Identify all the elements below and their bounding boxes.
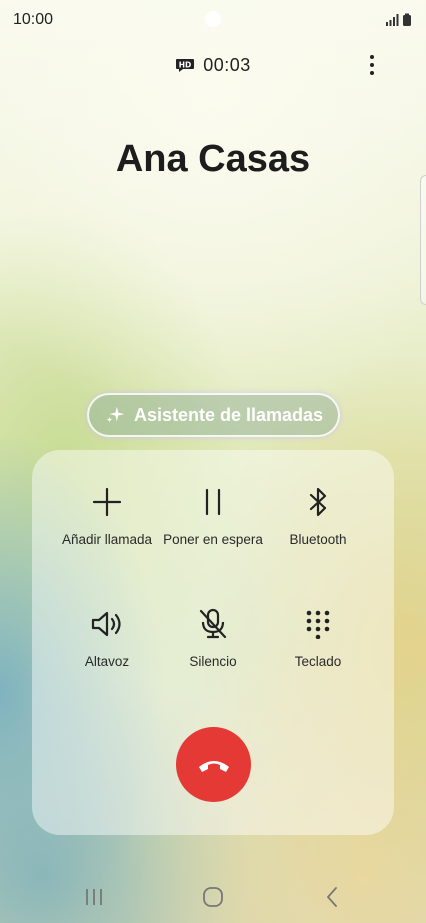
svg-text:HD: HD	[179, 61, 192, 70]
phone-hangup-icon	[198, 760, 229, 772]
keypad-icon	[300, 606, 336, 642]
pause-icon	[195, 484, 231, 520]
caller-name: Ana Casas	[115, 138, 311, 180]
hold-label: Poner en espera	[163, 532, 263, 547]
edge-panel-handle[interactable]	[420, 175, 426, 305]
bluetooth-label: Bluetooth	[289, 532, 347, 547]
end-call-button[interactable]	[176, 727, 251, 802]
speaker-icon	[89, 606, 125, 642]
camera-cutout	[205, 11, 221, 27]
mute-button[interactable]: Silencio	[153, 606, 273, 686]
status-time: 10:00	[13, 11, 54, 28]
status-bar: 10:00	[0, 0, 426, 40]
add-call-label: Añadir llamada	[61, 532, 153, 547]
recent-apps-icon[interactable]	[82, 885, 106, 909]
hold-button[interactable]: Poner en espera	[153, 484, 273, 564]
keypad-button[interactable]: Teclado	[258, 606, 378, 686]
call-timer: 00:03	[203, 54, 251, 75]
navigation-bar	[0, 867, 426, 923]
home-icon[interactable]	[201, 885, 225, 909]
back-icon[interactable]	[321, 885, 345, 909]
call-assistant-button[interactable]: Asistente de llamadas	[87, 393, 340, 437]
sparkle-icon	[106, 406, 125, 423]
bluetooth-button[interactable]: Bluetooth	[258, 484, 378, 564]
mic-off-icon	[195, 606, 231, 642]
call-assistant-label: Asistente de llamadas	[133, 404, 324, 425]
more-options-icon[interactable]	[362, 52, 382, 78]
plus-icon	[89, 484, 125, 520]
speaker-button[interactable]: Altavoz	[47, 606, 167, 686]
speaker-label: Altavoz	[84, 654, 130, 669]
signal-battery-icon	[386, 13, 411, 26]
keypad-label: Teclado	[294, 654, 342, 669]
bluetooth-icon	[300, 484, 336, 520]
hd-voice-icon: HD	[176, 59, 195, 72]
mute-label: Silencio	[189, 654, 237, 669]
add-call-button[interactable]: Añadir llamada	[47, 484, 167, 564]
